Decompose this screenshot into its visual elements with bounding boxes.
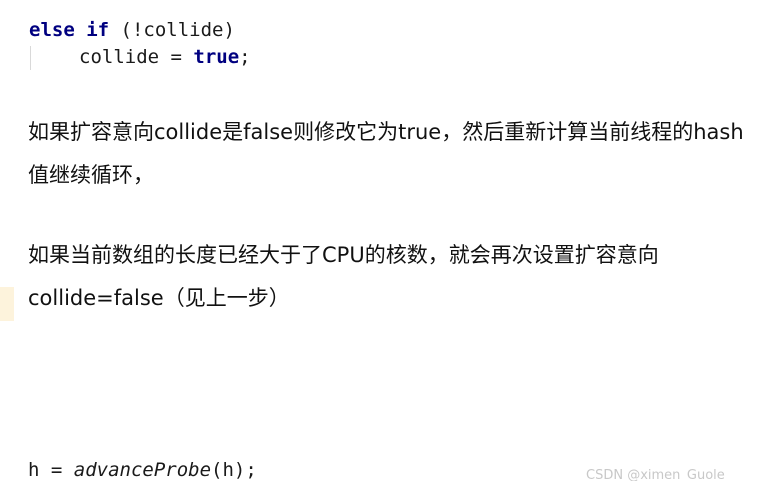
code-line-assign: collide = true; <box>79 45 251 70</box>
indent-guide <box>30 46 31 70</box>
watermark: CSDN @ximen_Guole <box>586 468 725 481</box>
advance-lhs: h = <box>28 459 74 481</box>
paragraph-2: 如果当前数组的长度已经大于了CPU的核数，就会再次设置扩容意向collide=f… <box>28 243 659 310</box>
keyword-true: true <box>193 46 240 68</box>
keyword-if: if <box>86 19 110 41</box>
highlight-marker <box>0 287 14 321</box>
assign-lhs: collide = <box>79 46 194 68</box>
code-line-advance-probe: h = advanceProbe(h); <box>28 458 257 481</box>
advance-probe-call: advanceProbe <box>73 459 212 481</box>
paragraph-1: 如果扩容意向collide是false则修改它为true，然后重新计算当前线程的… <box>28 120 744 187</box>
keyword-else: else <box>29 19 75 41</box>
semicolon: ; <box>239 46 251 68</box>
advance-args: (h); <box>211 459 257 481</box>
code-line-else-if: else if (!collide) <box>29 18 235 43</box>
condition-text: (!collide) <box>109 19 235 41</box>
